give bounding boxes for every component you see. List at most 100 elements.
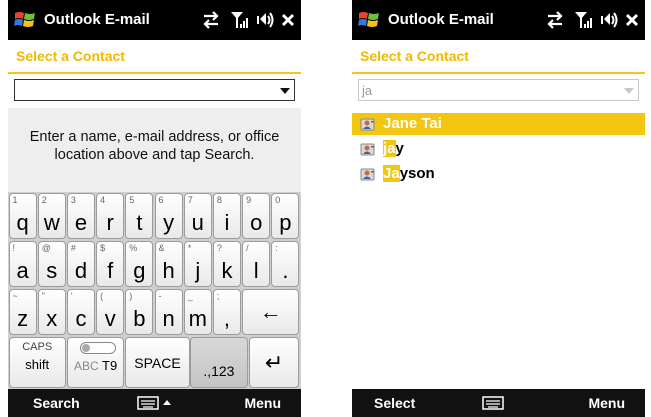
contact-list-item[interactable]: jay xyxy=(352,138,645,160)
key-alt-char: 3 xyxy=(70,195,76,205)
key-j[interactable]: * j xyxy=(183,241,212,287)
key-s[interactable]: @ s xyxy=(37,241,66,287)
key-w[interactable]: 2w xyxy=(37,193,66,239)
chevron-down-icon[interactable] xyxy=(280,88,290,94)
key-u[interactable]: 7u xyxy=(183,193,212,239)
key-,[interactable]: ;, xyxy=(212,289,242,335)
key-t[interactable]: 5t xyxy=(125,193,154,239)
key-alt-char: * xyxy=(187,243,192,253)
contact-card-icon xyxy=(360,168,375,181)
app-title: Outlook E-mail xyxy=(44,11,150,28)
key-char: d xyxy=(74,258,88,283)
key-alt-char: ~ xyxy=(12,291,18,301)
shift-label: shift xyxy=(25,357,50,372)
key-alt-char: ) xyxy=(129,291,133,301)
key-alt-char: ? xyxy=(216,243,222,253)
windows-logo-icon[interactable] xyxy=(357,8,381,32)
key-.[interactable]: :. xyxy=(271,241,300,287)
key-char: w xyxy=(43,210,60,235)
key-alt-char: & xyxy=(158,243,165,253)
backspace-key[interactable]: ← xyxy=(242,289,300,335)
key-l[interactable]: / l xyxy=(242,241,271,287)
key-alt-char: " xyxy=(41,291,45,301)
signal-icon[interactable] xyxy=(227,9,251,31)
volume-icon[interactable] xyxy=(253,9,277,31)
search-hint-panel: Enter a name, e-mail address, or office … xyxy=(8,108,301,192)
space-key[interactable]: SPACE xyxy=(125,337,190,388)
key-alt-char: # xyxy=(70,243,76,253)
search-softkey[interactable]: Search xyxy=(33,395,80,411)
key-r[interactable]: 4r xyxy=(96,193,125,239)
key-alt-char: 4 xyxy=(100,195,106,205)
key-a[interactable]: ! a xyxy=(8,241,37,287)
contact-card-icon xyxy=(360,143,375,156)
key-n[interactable]: -n xyxy=(154,289,183,335)
key-alt-char: 9 xyxy=(246,195,252,205)
keyboard-toggle[interactable] xyxy=(482,395,506,414)
close-icon[interactable] xyxy=(278,9,298,31)
contact-list-item[interactable]: Jane Tai xyxy=(352,113,645,135)
key-f[interactable]: $ f xyxy=(96,241,125,287)
sync-icon[interactable] xyxy=(198,9,224,31)
sync-icon[interactable] xyxy=(542,9,568,31)
t9-toggle-key[interactable]: ABC T9 xyxy=(66,337,125,388)
key-char: k xyxy=(221,258,233,283)
key-alt-char: _ xyxy=(187,291,193,301)
contact-list-item[interactable]: Jayson xyxy=(352,163,645,185)
key-v[interactable]: (v xyxy=(96,289,125,335)
contact-search-combo[interactable]: ja xyxy=(358,79,639,101)
keyboard-toggle[interactable] xyxy=(137,395,173,414)
enter-key[interactable]: ↵ xyxy=(248,337,300,388)
key-char: t xyxy=(136,210,143,235)
key-char: y xyxy=(163,210,175,235)
key-h[interactable]: & h xyxy=(154,241,183,287)
key-alt-char: ! xyxy=(12,243,16,253)
key-char: q xyxy=(16,210,29,235)
backspace-icon: ← xyxy=(259,299,282,324)
key-p[interactable]: 0p xyxy=(271,193,300,239)
menu-softkey[interactable]: Menu xyxy=(244,395,281,411)
keyboard-icon xyxy=(482,396,504,410)
key-alt-char: 6 xyxy=(158,195,164,205)
key-d[interactable]: # d xyxy=(66,241,96,287)
key-o[interactable]: 9o xyxy=(242,193,271,239)
select-softkey[interactable]: Select xyxy=(374,395,415,411)
key-m[interactable]: _ m xyxy=(183,289,212,335)
key-y[interactable]: 6y xyxy=(154,193,183,239)
key-char: f xyxy=(107,258,114,283)
key-e[interactable]: 3e xyxy=(66,193,96,239)
caps-shift-key[interactable]: CAPS shift xyxy=(8,337,66,388)
chevron-down-icon[interactable] xyxy=(624,88,634,94)
key-char: m xyxy=(188,306,207,331)
phone-screen-results: Outlook E-mail Select a Contact ja Jane … xyxy=(352,0,645,417)
search-hint-text: Enter a name, e-mail address, or office … xyxy=(29,129,280,163)
key-alt-char: ' xyxy=(70,291,73,301)
key-char: a xyxy=(16,258,29,283)
key-z[interactable]: ~ z xyxy=(8,289,37,335)
key-char: v xyxy=(104,306,116,331)
contact-search-combo[interactable] xyxy=(14,79,295,101)
windows-logo-icon[interactable] xyxy=(13,8,37,32)
key-x[interactable]: " x xyxy=(37,289,66,335)
title-bar: Outlook E-mail xyxy=(8,0,301,40)
numbers-key[interactable]: .,123 xyxy=(190,337,248,388)
menu-softkey[interactable]: Menu xyxy=(588,395,625,411)
contact-name-match: Ja xyxy=(383,165,400,182)
enter-icon: ↵ xyxy=(264,349,284,375)
key-k[interactable]: ? k xyxy=(212,241,242,287)
key-g[interactable]: % g xyxy=(125,241,154,287)
key-char: p xyxy=(279,210,292,235)
contact-name-match: ja xyxy=(383,140,396,157)
key-c[interactable]: ' c xyxy=(66,289,96,335)
key-char: u xyxy=(191,210,204,235)
key-i[interactable]: 8i xyxy=(212,193,242,239)
contact-name-rest: y xyxy=(395,140,404,157)
signal-icon[interactable] xyxy=(571,9,595,31)
key-b[interactable]: ) b xyxy=(125,289,154,335)
key-alt-char: 0 xyxy=(275,195,281,205)
key-q[interactable]: 1q xyxy=(8,193,37,239)
volume-icon[interactable] xyxy=(597,9,621,31)
caps-label: CAPS xyxy=(22,341,53,353)
close-icon[interactable] xyxy=(622,9,642,31)
select-contact-header: Select a Contact xyxy=(8,40,301,74)
